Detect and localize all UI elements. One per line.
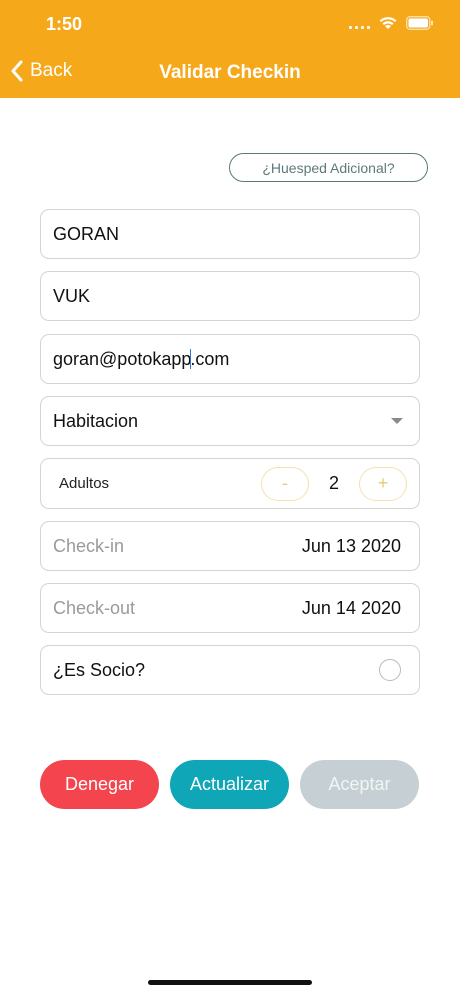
page-title: Validar Checkin xyxy=(159,62,301,83)
first-name-value: GORAN xyxy=(53,223,120,244)
checkout-value: Jun 14 2020 xyxy=(301,597,401,618)
room-select[interactable]: Habitacion xyxy=(40,396,420,446)
email-value-start: goran@potokapp xyxy=(53,348,192,369)
checkin-date-field[interactable]: Check-in Jun 13 2020 xyxy=(40,521,420,571)
wifi-icon xyxy=(378,16,398,30)
header: 1:50 Back Validar Checkin xyxy=(0,0,460,98)
member-radio[interactable] xyxy=(379,659,401,681)
adults-count: 2 xyxy=(328,473,339,493)
adults-stepper-controls: - 2 + xyxy=(261,466,407,501)
member-label: ¿Es Socio? xyxy=(53,659,146,680)
battery-icon xyxy=(406,16,434,30)
last-name-value: VUK xyxy=(53,285,91,306)
checkout-label: Check-out xyxy=(53,597,136,618)
additional-guest-button[interactable]: ¿Huesped Adicional? xyxy=(229,153,428,182)
checkin-label: Check-in xyxy=(53,535,125,556)
home-indicator[interactable] xyxy=(148,980,312,985)
checkin-value: Jun 13 2020 xyxy=(301,535,401,556)
status-time: 1:50 xyxy=(46,14,83,34)
deny-button[interactable]: Denegar xyxy=(40,760,159,809)
email-field[interactable]: goran@potokapp .com xyxy=(40,334,420,384)
accept-button[interactable]: Aceptar xyxy=(300,760,419,809)
decrement-button[interactable]: - xyxy=(261,466,309,501)
update-button[interactable]: Actualizar xyxy=(170,760,289,809)
first-name-field[interactable]: GORAN xyxy=(40,209,420,259)
room-select-label: Habitacion xyxy=(53,410,139,431)
status-icons xyxy=(349,16,434,30)
last-name-field[interactable]: VUK xyxy=(40,271,420,321)
screen: 1:50 Back Validar Checkin ¿Huesped Adici… xyxy=(0,0,460,996)
adults-label: Adultos xyxy=(59,475,110,492)
increment-button[interactable]: + xyxy=(359,466,407,501)
checkout-date-field[interactable]: Check-out Jun 14 2020 xyxy=(40,583,420,633)
member-toggle-field[interactable]: ¿Es Socio? xyxy=(40,645,420,695)
email-value-end: .com xyxy=(190,348,230,369)
signal-icon xyxy=(349,17,370,29)
chevron-down-icon xyxy=(391,418,403,424)
adults-stepper: Adultos - 2 + xyxy=(40,458,420,509)
